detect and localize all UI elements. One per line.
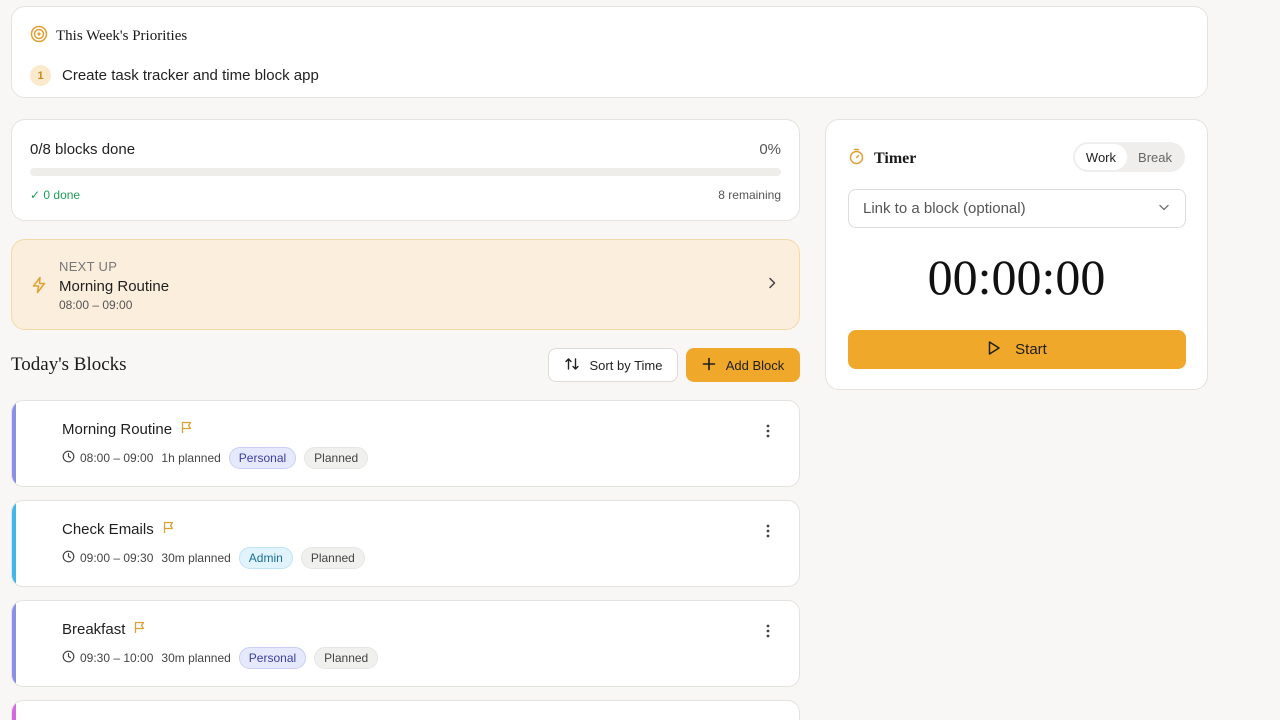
block-time: 09:00 – 09:30 [62, 550, 153, 566]
chevron-down-icon [1157, 200, 1171, 218]
block-status-tag: Planned [314, 647, 379, 669]
priority-item[interactable]: 1 Create task tracker and time block app [30, 65, 319, 86]
block-card[interactable]: Breakfast 09:30 – 10:00 30m planned Pers… [11, 600, 800, 687]
add-block-button[interactable]: Add Block [686, 348, 800, 382]
timer-title: Timer [874, 150, 917, 167]
sort-button-label: Sort by Time [589, 357, 663, 373]
block-title-row: Breakfast [62, 621, 146, 638]
block-name: Check Emails [62, 521, 154, 538]
mode-break-button[interactable]: Break [1127, 144, 1183, 170]
block-name: Morning Routine [62, 421, 173, 438]
timer-display: 00:00:00 [927, 249, 1106, 305]
sort-arrows-icon [564, 356, 580, 375]
clock-icon [62, 650, 75, 666]
progress-percent: 0% [759, 141, 781, 158]
start-button-label: Start [1015, 341, 1047, 358]
block-color-bar [12, 601, 16, 686]
blocks-section-title: Today's Blocks [11, 354, 127, 375]
block-time: 08:00 – 09:00 [62, 450, 153, 466]
block-name: Breakfast [62, 621, 126, 638]
block-category-tag: Personal [238, 647, 307, 669]
block-planned: 30m planned [161, 651, 231, 665]
lightning-icon [30, 276, 48, 299]
more-vertical-icon[interactable] [761, 523, 775, 544]
more-vertical-icon[interactable] [761, 423, 775, 444]
link-block-select[interactable]: Link to a block (optional) [848, 189, 1186, 228]
timer-mode-toggle: Work Break [1072, 142, 1185, 172]
timer-header: Timer [848, 148, 916, 170]
target-icon [30, 25, 48, 48]
more-vertical-icon[interactable] [761, 623, 775, 644]
block-time-text: 09:00 – 09:30 [80, 551, 154, 565]
priority-number: 1 [30, 65, 51, 86]
block-title-row: Morning Routine [62, 421, 193, 438]
clock-icon [62, 550, 75, 566]
chevron-right-icon [765, 276, 779, 295]
priorities-title: This Week's Priorities [56, 28, 188, 44]
flag-icon[interactable] [180, 421, 193, 438]
progress-label: 0/8 blocks done [30, 141, 136, 158]
progress-remaining: 8 remaining [718, 188, 781, 202]
next-up-kicker: NEXT UP [59, 259, 118, 274]
play-icon [987, 340, 1001, 360]
block-title-row: Check Emails [62, 521, 175, 538]
block-status-tag: Planned [304, 447, 369, 469]
block-card[interactable] [11, 700, 800, 720]
clock-icon [62, 450, 75, 466]
add-button-label: Add Block [725, 357, 785, 373]
sort-by-time-button[interactable]: Sort by Time [548, 348, 678, 382]
plus-icon [702, 357, 716, 374]
block-card[interactable]: Morning Routine 08:00 – 09:00 1h planned… [11, 400, 800, 487]
block-meta: 09:00 – 09:30 30m planned Admin Planned [62, 547, 365, 569]
timer-card: Timer Work Break Link to a block (option… [825, 119, 1208, 390]
mode-work-button[interactable]: Work [1074, 144, 1128, 170]
flag-icon[interactable] [162, 521, 175, 538]
priorities-card: This Week's Priorities 1 Create task tra… [11, 6, 1208, 98]
block-meta: 09:30 – 10:00 30m planned Personal Plann… [62, 647, 379, 669]
start-button[interactable]: Start [848, 330, 1186, 369]
block-time-text: 09:30 – 10:00 [80, 651, 154, 665]
progress-done: ✓ 0 done [30, 188, 81, 202]
next-up-time: 08:00 – 09:00 [59, 298, 133, 312]
block-status-tag: Planned [300, 547, 365, 569]
progress-card: 0/8 blocks done 0% ✓ 0 done 8 remaining [11, 119, 800, 221]
priority-text: Create task tracker and time block app [62, 67, 319, 84]
progress-track [30, 168, 781, 176]
block-planned: 1h planned [161, 451, 221, 465]
link-block-placeholder: Link to a block (optional) [863, 200, 1026, 217]
block-planned: 30m planned [161, 551, 231, 565]
block-card[interactable]: Check Emails 09:00 – 09:30 30m planned A… [11, 500, 800, 587]
flag-icon[interactable] [133, 621, 146, 638]
block-time: 09:30 – 10:00 [62, 650, 153, 666]
priorities-header: This Week's Priorities [30, 25, 187, 48]
block-color-bar [12, 701, 16, 720]
block-color-bar [12, 501, 16, 586]
block-time-text: 08:00 – 09:00 [80, 451, 154, 465]
stopwatch-icon [848, 148, 865, 170]
block-category-tag: Admin [238, 547, 293, 569]
block-color-bar [12, 401, 16, 486]
block-meta: 08:00 – 09:00 1h planned Personal Planne… [62, 447, 369, 469]
next-up-card[interactable]: NEXT UP Morning Routine 08:00 – 09:00 [11, 239, 800, 330]
next-up-title: Morning Routine [59, 278, 170, 295]
block-category-tag: Personal [228, 447, 297, 469]
